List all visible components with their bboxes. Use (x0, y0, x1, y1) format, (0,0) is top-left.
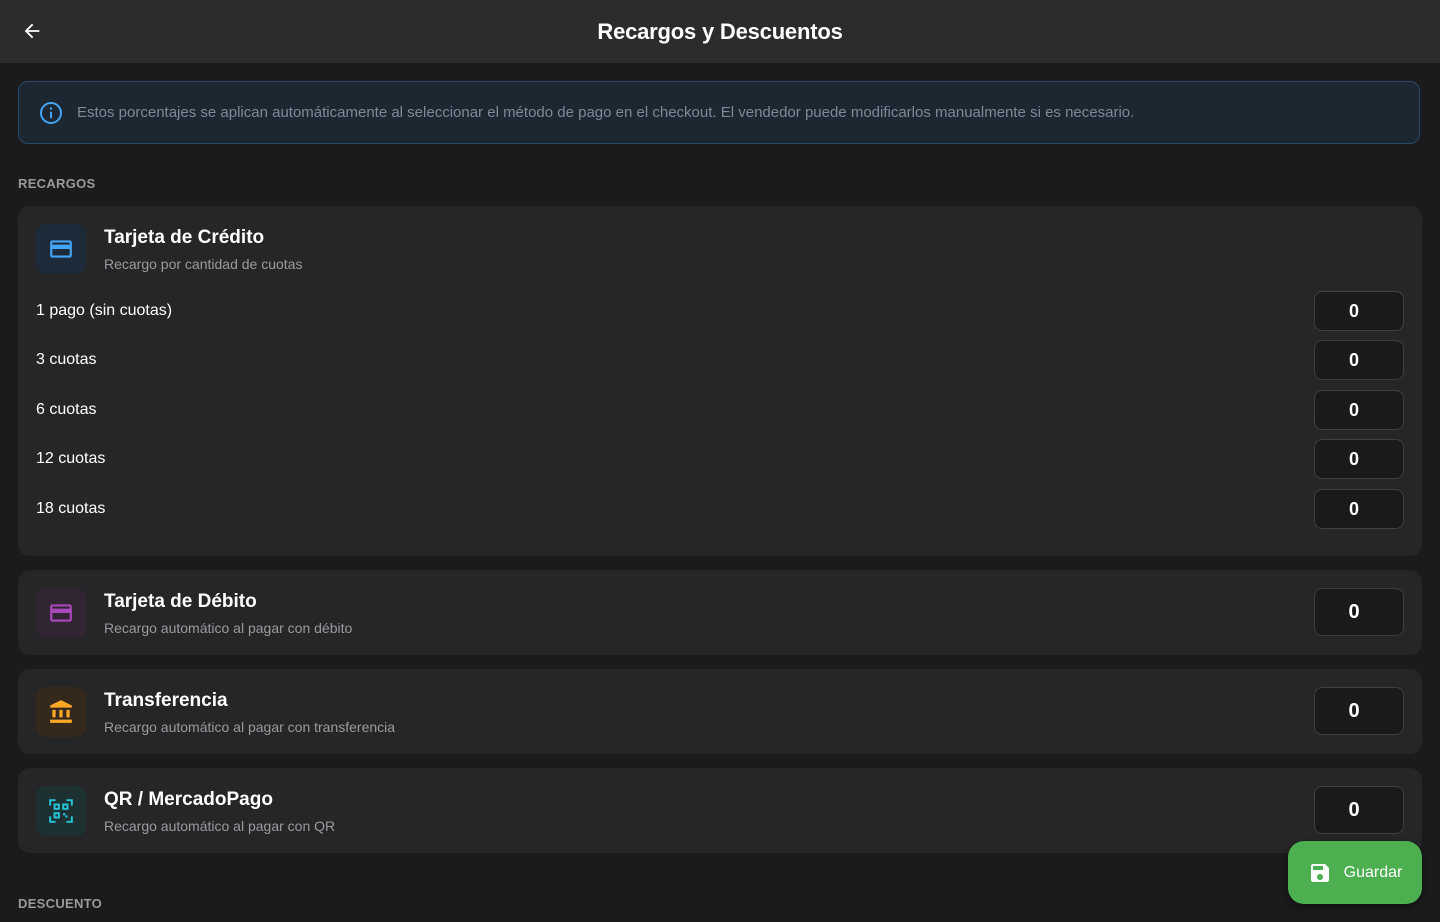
credit-subtitle: Recargo por cantidad de cuotas (104, 256, 303, 272)
installment-12-input[interactable] (1314, 439, 1404, 479)
installment-label: 18 cuotas (36, 500, 106, 517)
transfer-surcharge-input[interactable] (1314, 687, 1404, 735)
info-banner-text: Estos porcentajes se aplican automáticam… (77, 104, 1135, 121)
save-button-label: Guardar (1343, 863, 1403, 881)
arrow-left-icon (24, 23, 40, 39)
installment-label: 6 cuotas (36, 401, 97, 418)
qr-surcharge-input[interactable] (1314, 786, 1404, 834)
section-label-descuento: DESCUENTO (18, 896, 103, 911)
installment-label: 12 cuotas (36, 450, 106, 467)
installment-18-input[interactable] (1314, 489, 1404, 529)
installment-row: 6 cuotas (36, 390, 1404, 430)
credit-icon-box (36, 224, 86, 274)
debit-surcharge-input[interactable] (1314, 588, 1404, 636)
info-icon (40, 101, 62, 124)
installment-row: 18 cuotas (36, 489, 1404, 529)
installment-6-input[interactable] (1314, 390, 1404, 430)
qr-input-row (36, 786, 1404, 834)
installment-row: 1 pago (sin cuotas) (36, 291, 1404, 331)
app-bar: Recargos y Descuentos (0, 0, 1440, 63)
save-icon (1310, 863, 1329, 882)
save-button[interactable]: Guardar (1288, 841, 1422, 904)
installment-row: 3 cuotas (36, 340, 1404, 380)
installment-label: 1 pago (sin cuotas) (36, 302, 173, 319)
section-label-recargos: RECARGOS (18, 176, 96, 191)
back-button[interactable] (18, 17, 46, 45)
installment-row: 12 cuotas (36, 439, 1404, 479)
credit-card-section: Tarjeta de Crédito Recargo por cantidad … (18, 206, 1422, 556)
transfer-section: Transferencia Recargo automático al paga… (18, 669, 1422, 754)
installment-3-input[interactable] (1314, 340, 1404, 380)
installment-1-input[interactable] (1314, 291, 1404, 331)
debit-card-section: Tarjeta de Débito Recargo automático al … (18, 570, 1422, 655)
debit-input-row (36, 588, 1404, 636)
installment-label: 3 cuotas (36, 351, 97, 368)
qr-section: QR / MercadoPago Recargo automático al p… (18, 768, 1422, 853)
credit-card-icon (50, 240, 72, 258)
page-title: Recargos y Descuentos (597, 18, 843, 44)
transfer-input-row (36, 687, 1404, 735)
credit-title: Tarjeta de Crédito (104, 227, 265, 248)
info-banner: Estos porcentajes se aplican automáticam… (18, 81, 1420, 144)
